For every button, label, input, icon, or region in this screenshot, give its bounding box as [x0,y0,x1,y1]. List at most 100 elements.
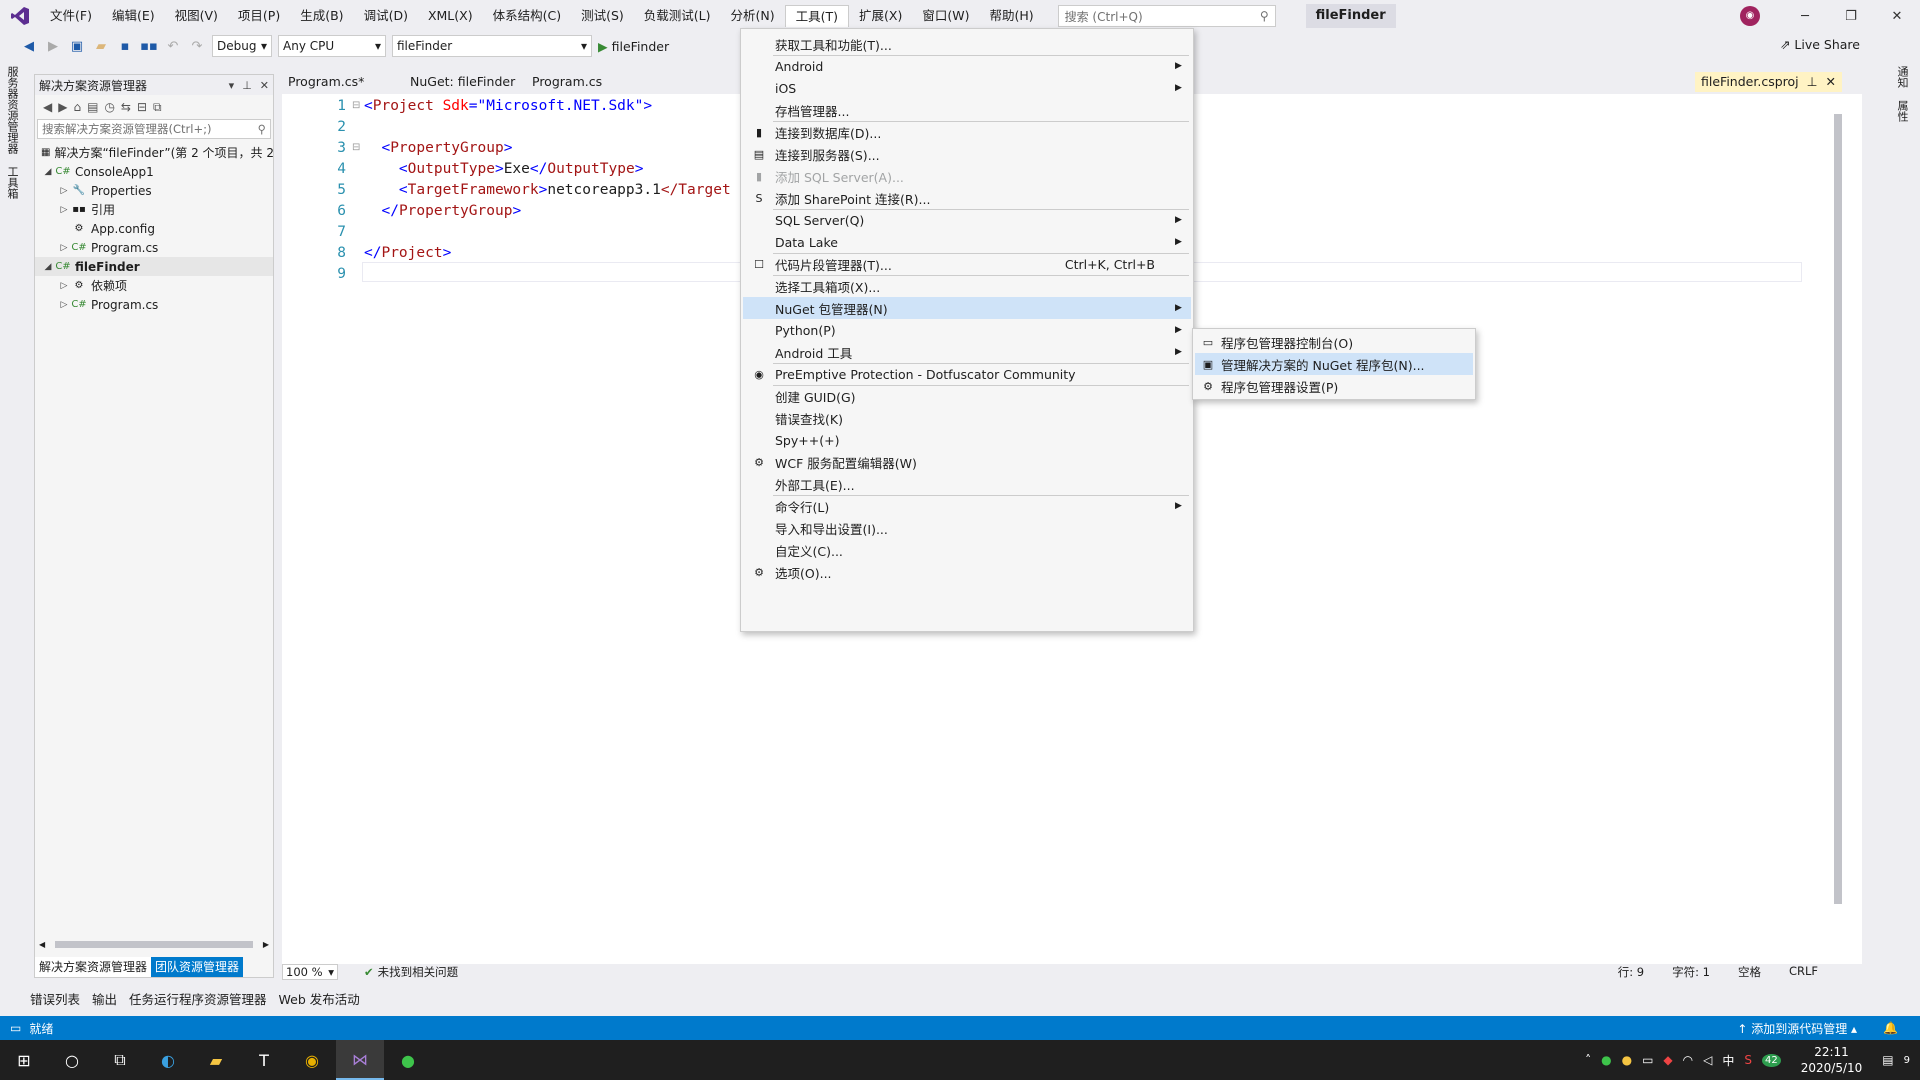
expand-arrow-icon[interactable]: ▷ [57,281,71,291]
tools-menu-item[interactable]: 获取工具和功能(T)... [743,33,1191,55]
start-debugging-button[interactable]: ▶ fileFinder [598,39,669,54]
startup-project-select[interactable]: fileFinder ▾ [392,35,592,57]
menu-build[interactable]: 生成(B) [290,5,353,27]
pin-icon[interactable]: ⊥ [1807,72,1818,92]
back-icon[interactable]: ◀ [43,100,52,114]
tools-menu-item[interactable]: SQL Server(Q) ▶ [743,209,1191,231]
menu-test[interactable]: 测试(S) [571,5,634,27]
toolbox-tab[interactable]: 工具箱 [0,160,24,205]
tools-menu-item[interactable]: ▮ 连接到数据库(D)... [743,121,1191,143]
fold-icon[interactable]: ⊟ [352,100,360,111]
menu-architecture[interactable]: 体系结构(C) [483,5,571,27]
close-icon[interactable]: ✕ [260,79,269,92]
tools-menu-item[interactable]: iOS ▶ [743,77,1191,99]
tools-menu-item[interactable]: 存档管理器... [743,99,1191,121]
forward-icon[interactable]: ▶ [44,37,62,55]
chevron-up-icon[interactable]: ˄ [1585,1053,1591,1067]
home-icon[interactable]: ⌂ [73,100,81,114]
tree-item-properties[interactable]: ▷ 🔧 Properties [35,181,273,200]
configuration-select[interactable]: Debug ▾ [212,35,272,57]
new-project-icon[interactable]: ▣ [68,37,86,55]
volume-icon[interactable]: ◁ [1703,1053,1712,1067]
badge-counter[interactable]: 42 [1762,1053,1781,1067]
tools-menu-item[interactable]: Data Lake ▶ [743,231,1191,253]
search-box[interactable]: 搜索 (Ctrl+Q) ⚲ [1057,5,1276,27]
minimize-icon[interactable]: ─ [1782,0,1828,32]
menu-load-test[interactable]: 负载测试(L) [634,5,721,27]
menu-help[interactable]: 帮助(H) [979,5,1043,27]
tree-item-dependencies[interactable]: ▷ ⚙ 依赖项 [35,276,273,295]
line-ending-indicator[interactable]: CRLF [1789,964,1818,980]
zoom-select[interactable]: 100 % ▾ [282,964,338,980]
tree-item-program-cs[interactable]: ▷ C# Program.cs [35,238,273,257]
nuget-submenu-item[interactable]: ▭ 程序包管理器控制台(O) [1195,331,1473,353]
clock[interactable]: 22:11 2020/5/10 [1801,1044,1863,1076]
tools-menu-item[interactable]: 导入和导出设置(I)... [743,517,1191,539]
restore-icon[interactable]: ❐ [1828,0,1874,32]
redo-icon[interactable]: ↷ [188,37,206,55]
forward-icon[interactable]: ▶ [58,100,67,114]
expand-arrow-icon[interactable]: ▷ [57,243,71,253]
tab-nuget-filefinder[interactable]: NuGet: fileFinder [404,72,522,92]
wechat-tray-icon[interactable]: ● [1601,1053,1611,1067]
expand-arrow-icon[interactable]: ▷ [57,186,71,196]
collapse-arrow-icon[interactable]: ◢ [41,167,55,177]
visual-studio-taskbar-icon[interactable]: ⋈ [336,1040,384,1080]
close-icon[interactable]: ✕ [1874,0,1920,32]
sogou-icon[interactable]: S [1744,1053,1752,1067]
nuget-submenu-item[interactable]: ▣ 管理解决方案的 NuGet 程序包(N)... [1195,353,1473,375]
action-center-icon[interactable]: ▤ [1882,1053,1893,1067]
tools-menu-item[interactable]: 命令行(L) ▶ [743,495,1191,517]
platform-select[interactable]: Any CPU ▾ [278,35,386,57]
windows-start-icon[interactable]: ⊞ [0,1040,48,1080]
tree-item-filefinder[interactable]: ◢ C# fileFinder [35,257,273,276]
tab-task-runner-explorer[interactable]: 任务运行程序资源管理器 [129,989,267,1008]
collapse-all-icon[interactable]: ⊟ [137,100,147,114]
menu-window[interactable]: 窗口(W) [912,5,979,27]
server-explorer-tab[interactable]: 服务器资源管理器 [0,60,24,160]
pin-icon[interactable]: ⊥ [242,79,252,92]
tools-menu-item[interactable]: 创建 GUID(G) [743,385,1191,407]
vertical-scrollbar[interactable] [1832,94,1844,964]
wechat-icon[interactable]: ● [384,1040,432,1080]
menu-tools[interactable]: 工具(T) [784,5,849,27]
tools-menu-item[interactable]: ⚙ WCF 服务配置编辑器(W) [743,451,1191,473]
tools-menu-item[interactable]: NuGet 包管理器(N) ▶ [743,297,1191,319]
tab-filefinder-csproj[interactable]: fileFinder.csproj ⊥ ✕ [1695,72,1842,92]
menu-view[interactable]: 视图(V) [165,5,228,27]
tools-menu-item[interactable]: Spy++(+) [743,429,1191,451]
tools-menu-item[interactable]: 错误查找(K) [743,407,1191,429]
switch-views-icon[interactable]: ▤ [87,100,98,114]
nuget-submenu-item[interactable]: ⚙ 程序包管理器设置(P) [1195,375,1473,397]
tools-menu-item[interactable]: 选择工具箱项(X)... [743,275,1191,297]
properties-tab[interactable]: 属性 [1890,94,1914,128]
tree-item-consoleapp1[interactable]: ◢ C# ConsoleApp1 [35,162,273,181]
cortana-search-icon[interactable]: ○ [48,1040,96,1080]
tools-menu-item[interactable]: ▤ 连接到服务器(S)... [743,143,1191,165]
whitespace-indicator[interactable]: 空格 [1738,964,1761,980]
tools-menu-item[interactable]: Android ▶ [743,55,1191,77]
tools-menu-item[interactable]: ◉ PreEmptive Protection - Dotfuscator Com… [743,363,1191,385]
tools-menu-item[interactable]: ☐ 代码片段管理器(T)... Ctrl+K, Ctrl+B [743,253,1191,275]
file-explorer-icon[interactable]: ▰ [192,1040,240,1080]
open-file-icon[interactable]: ▰ [92,37,110,55]
tab-output[interactable]: 输出 [92,989,117,1008]
close-icon[interactable]: ✕ [1826,72,1836,92]
horizontal-scrollbar[interactable]: ◀ ▶ [39,939,269,949]
tab-program-cs[interactable]: Program.cs [526,72,644,92]
tab-error-list[interactable]: 错误列表 [30,989,80,1008]
tools-menu-item[interactable]: Android 工具 ▶ [743,341,1191,363]
live-share-button[interactable]: ⇗ Live Share [1780,37,1860,52]
tools-menu-item[interactable]: 外部工具(E)... [743,473,1191,495]
tools-menu-item[interactable]: ⚙ 选项(O)... [743,561,1191,583]
back-icon[interactable]: ◀ [20,37,38,55]
collapse-arrow-icon[interactable]: ◢ [41,262,55,272]
dropdown-icon[interactable]: ▾ [229,79,235,92]
tab-web-publish-activity[interactable]: Web 发布活动 [279,989,360,1008]
typora-icon[interactable]: T [240,1040,288,1080]
fold-icon[interactable]: ⊟ [352,142,360,153]
tools-menu-item[interactable]: 自定义(C)... [743,539,1191,561]
expand-arrow-icon[interactable]: ▷ [57,205,71,215]
menu-analyze[interactable]: 分析(N) [721,5,785,27]
menu-project[interactable]: 项目(P) [228,5,290,27]
